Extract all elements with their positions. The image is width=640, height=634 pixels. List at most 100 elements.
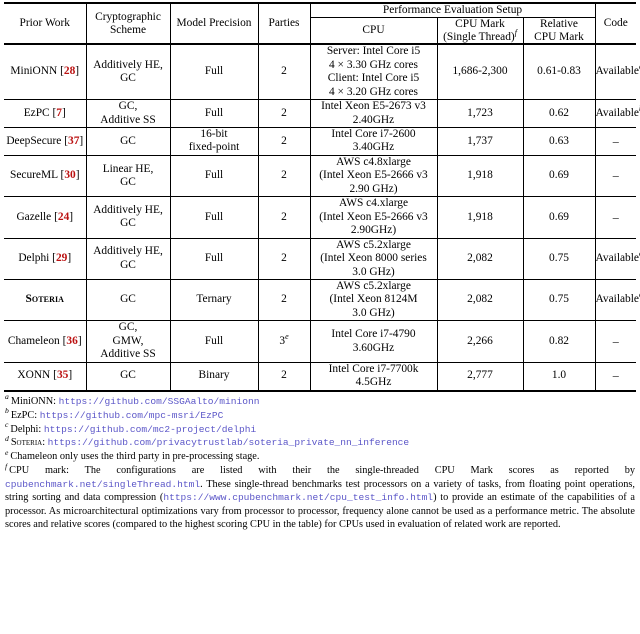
cell-relative-cpu-mark: 0.62	[522, 99, 596, 128]
cell-cryptographic-scheme: GC	[85, 361, 170, 392]
work-name: Chameleon	[7, 334, 60, 347]
table-row: Gazelle [24] Additively HE, GC Full 2 AWS c4.…	[4, 196, 637, 239]
parties-footnote-marker: e	[285, 332, 289, 342]
cell-parties: 2	[257, 237, 310, 280]
code-value: Available	[595, 65, 639, 78]
footnote-e-text: Chameleon only uses the third party in p…	[10, 451, 260, 463]
footnote-d: d Soteria: https://github.com/privacytrus…	[5, 435, 635, 449]
cell-model-precision: Full	[169, 43, 258, 100]
cell-cryptographic-scheme: Linear HE, GC	[85, 154, 170, 197]
cell-cpu-mark: 1,686-2,300	[436, 43, 523, 100]
col-header-cryptographic-scheme: Cryptographic Scheme	[85, 1, 170, 45]
cell-cpu: Server: Intel Core i5 4 × 3.30 GHz cores C…	[309, 43, 437, 100]
code-value: –	[612, 333, 619, 348]
citation-number[interactable]: 7	[56, 107, 62, 119]
cell-prior-work: DeepSecure [37]	[4, 127, 86, 156]
code-value: –	[612, 168, 619, 183]
cell-cpu: AWS c5.2xlarge (Intel Xeon 8124M 3.0 GHz)	[309, 278, 437, 321]
cell-cpu-mark: 1,737	[436, 127, 523, 156]
citation-number[interactable]: 37	[68, 135, 79, 147]
citation-number[interactable]: 30	[64, 169, 75, 181]
citation-number[interactable]: 24	[58, 211, 69, 223]
footnote-f-part1: CPU mark: The configurations are listed …	[9, 465, 635, 477]
cell-code: Availablec	[594, 237, 640, 280]
cell-cryptographic-scheme: GC, Additive SS	[85, 99, 170, 128]
cell-cpu: AWS c4.8xlarge (Intel Xeon E5-2666 v3 2.90…	[309, 154, 437, 197]
cell-model-precision: Binary	[169, 361, 258, 392]
work-name: Soteria	[25, 293, 65, 306]
col-header-model-precision: Model Precision	[169, 1, 258, 45]
col-header-relative-cpu-mark: Relative CPU Mark	[522, 17, 596, 45]
code-value: –	[612, 133, 619, 148]
footnote-b-label: EzPC:	[10, 409, 38, 421]
col-header-cpu-mark-line2: (Single Thread)	[443, 30, 515, 43]
cell-cpu-mark: 2,266	[436, 320, 523, 363]
col-header-code: Code	[594, 1, 637, 45]
table-row: Chameleon [36] GC, GMW, Additive SS Full 3e In…	[4, 320, 637, 363]
code-value: –	[612, 368, 619, 383]
cell-model-precision: Full	[169, 320, 258, 363]
cell-relative-cpu-mark: 0.75	[522, 278, 596, 321]
cell-cpu-mark: 1,723	[436, 99, 523, 128]
table-row: XONN [35] GC Binary 2 Intel Core i7-7700k 4.5…	[4, 361, 637, 392]
work-name: MiniONN	[10, 65, 58, 78]
cell-code: –	[594, 127, 637, 156]
cell-cryptographic-scheme: Additively HE, GC	[85, 237, 170, 280]
cell-model-precision: Full	[169, 99, 258, 128]
cell-parties: 2	[257, 154, 310, 197]
citation-number[interactable]: 35	[57, 369, 68, 381]
footnote-d-label: Soteria:	[10, 437, 46, 449]
cell-cpu: AWS c5.2xlarge (Intel Xeon 8000 series 3.0…	[309, 237, 437, 280]
cell-code: –	[594, 154, 637, 197]
work-name: SecureML	[10, 169, 58, 182]
table-row: EzPC [7] GC, Additive SS Full 2 Intel Xeon E5…	[4, 99, 640, 128]
code-value: Available	[595, 106, 639, 119]
cell-parties: 2	[257, 43, 310, 100]
footnote-d-url[interactable]: https://github.com/privacytrustlab/soter…	[48, 437, 410, 448]
cell-prior-work: Soteria	[4, 278, 86, 321]
cell-cpu: Intel Xeon E5-2673 v3 2.40GHz	[309, 99, 437, 128]
table-row: MiniONN [28] Additively HE, GC Full 2 Server…	[4, 43, 640, 100]
footnotes: a MiniONN: https://github.com/SSGAalto/mi…	[5, 393, 635, 532]
footnote-c-label: Delphi:	[10, 423, 42, 435]
cell-cpu-mark: 1,918	[436, 154, 523, 197]
cell-relative-cpu-mark: 1.0	[522, 361, 596, 392]
cell-prior-work: EzPC [7]	[4, 99, 86, 128]
cell-code: –	[594, 196, 637, 239]
footnote-f-url2[interactable]: https://www.cpubenchmark.net/cpu_test_in…	[163, 492, 433, 503]
cell-model-precision: Ternary	[169, 278, 258, 321]
cell-model-precision: Full	[169, 196, 258, 239]
cell-model-precision: 16-bit fixed-point	[169, 127, 258, 156]
cell-prior-work: Delphi [29]	[4, 237, 86, 280]
footnote-f-url1[interactable]: cpubenchmark.net/singleThread.html	[5, 479, 200, 490]
code-value: –	[612, 209, 619, 224]
table-row: Delphi [29] Additively HE, GC Full 2 AWS c5.2…	[4, 237, 640, 280]
footnote-c: c Delphi: https://github.com/mc2-project/…	[5, 421, 635, 436]
col-header-cpu-mark: CPU Mark (Single Thread)f	[436, 17, 523, 45]
cell-cryptographic-scheme: Additively HE, GC	[85, 43, 170, 100]
cell-prior-work: MiniONN [28]	[4, 43, 86, 100]
cell-cpu-mark: 1,918	[436, 196, 523, 239]
footnote-c-url[interactable]: https://github.com/mc2-project/delphi	[44, 424, 256, 435]
footnote-b-url[interactable]: https://github.com/mpc-msri/EzPC	[40, 410, 224, 421]
cell-prior-work: Gazelle [24]	[4, 196, 86, 239]
work-name: Delphi	[18, 252, 50, 265]
cell-relative-cpu-mark: 0.69	[522, 154, 596, 197]
code-value: Available	[595, 293, 639, 306]
cell-parties: 3e	[257, 320, 310, 363]
col-header-cpu: CPU	[309, 17, 437, 45]
footnote-a-label: MiniONN:	[10, 395, 57, 407]
code-value: Available	[595, 252, 639, 265]
comparison-table: Prior Work Cryptographic Scheme Model Pr…	[4, 1, 640, 392]
cell-prior-work: XONN [35]	[4, 361, 86, 392]
work-name: Gazelle	[16, 210, 52, 223]
cell-code: Availableb	[594, 99, 640, 128]
cell-parties: 2	[257, 361, 310, 392]
footnote-a-url[interactable]: https://github.com/SSGAalto/minionn	[59, 396, 260, 407]
work-name: XONN	[17, 369, 51, 382]
cell-prior-work: SecureML [30]	[4, 154, 86, 197]
citation-number[interactable]: 28	[64, 65, 75, 77]
cell-cpu-mark: 2,082	[436, 278, 523, 321]
citation-number[interactable]: 36	[66, 335, 77, 347]
citation-number[interactable]: 29	[56, 252, 67, 264]
